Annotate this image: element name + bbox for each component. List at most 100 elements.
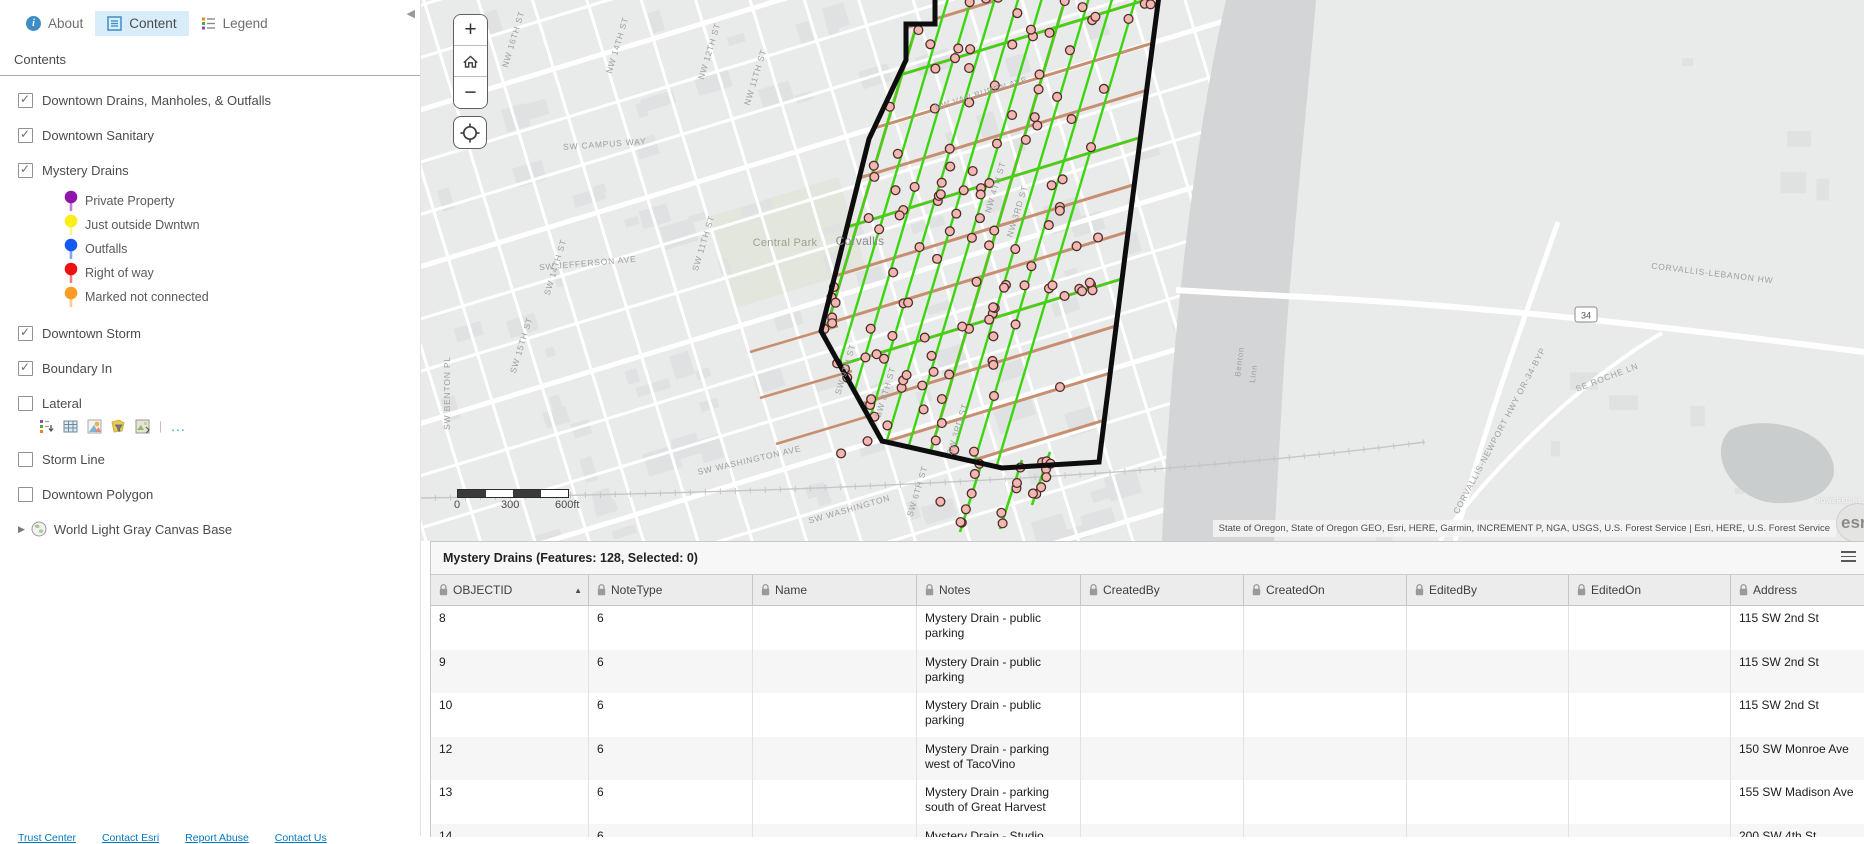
layer-row-downtown-polygon[interactable]: Downtown Polygon [18,483,420,505]
layer-label[interactable]: Downtown Drains, Manholes, & Outfalls [42,93,271,108]
layer-row-boundary-in[interactable]: Boundary In [18,357,420,379]
legend-label: Just outside Dwntwn [85,218,200,232]
cell-editedby [1407,606,1569,650]
layer-checkbox[interactable] [18,395,33,411]
layer-row-mystery-drains[interactable]: Mystery Drains [18,159,420,181]
expand-arrow-icon[interactable]: ▶ [18,524,25,535]
layer-row-downtown-sanitary[interactable]: Downtown Sanitary [18,124,420,146]
layer-label[interactable]: Downtown Polygon [42,487,153,502]
layer-checkbox[interactable] [18,360,33,376]
cell-address: 200 SW 4th St [1731,824,1864,838]
tab-content[interactable]: Content [95,10,189,36]
layer-label[interactable]: Boundary In [42,361,112,376]
sidebar-footer: Trust Center Contact Esri Report Abuse Cont… [0,832,438,844]
sidebar-panel: i About Content Legend ◀ Contents Downto… [0,0,421,844]
table-options-icon[interactable] [1841,551,1856,565]
legend-item: Private Property [57,189,420,213]
cell-objectid: 8 [431,606,589,650]
transparency-tool-icon[interactable] [87,419,102,434]
layer-label[interactable]: Storm Line [42,452,105,467]
svg-text:SW BENTON PL: SW BENTON PL [442,356,452,430]
layer-checkbox[interactable] [18,92,33,108]
cell-address: 115 SW 2nd St [1731,650,1864,694]
home-button[interactable] [454,46,487,77]
layer-row-downtown-drains-manholes-outfalls[interactable]: Downtown Drains, Manholes, & Outfalls [18,89,420,111]
layer-row-lateral[interactable]: Lateral [18,392,420,414]
mystery-drains-legend: Private Property Just outside Dwntwn Outfa… [57,189,420,309]
legend-label: Marked not connected [85,290,209,304]
footer-link-contact-esri[interactable]: Contact Esri [102,832,159,844]
cell-editedby [1407,823,1569,837]
map-view[interactable]: 34 NW 16TH ST NW 14TH ST NW 12TH ST NW 11TH … [420,0,1864,541]
column-header-address[interactable]: Address [1731,575,1864,605]
layer-label[interactable]: Downtown Storm [42,326,141,341]
layer-label[interactable]: Mystery Drains [42,163,129,178]
cell-editedon [1569,823,1731,837]
scale-bar-segments [457,489,569,498]
layer-label[interactable]: Lateral [42,396,82,411]
cell-notes: Mystery Drain - Studio [917,823,1081,837]
legend-tool-icon[interactable] [39,419,54,434]
layer-more-options[interactable]: ... [171,419,186,433]
app-root: i About Content Legend ◀ Contents Downto… [0,0,1864,844]
tab-about[interactable]: i About [14,11,95,36]
lock-icon [1252,584,1266,596]
column-header-editedby[interactable]: EditedBy [1407,575,1569,605]
tab-legend[interactable]: Legend [189,11,280,36]
lock-icon [1415,584,1429,596]
cell-notetype: 6 [589,736,753,780]
layer-checkbox[interactable] [18,451,33,467]
table-row[interactable]: 10 6 Mystery Drain - public parking 115 SW … [431,693,1864,737]
cell-notes: Mystery Drain - public parking [917,606,1081,650]
cell-notes: Mystery Drain - parking west of TacoVino [917,736,1081,780]
lock-icon [925,584,939,596]
cell-createdon [1244,693,1407,737]
column-header-createdby[interactable]: CreatedBy [1081,575,1244,605]
cell-name [753,780,917,824]
collapse-panel-icon[interactable]: ◀ [407,7,415,20]
layer-label[interactable]: Downtown Sanitary [42,128,154,143]
column-header-notetype[interactable]: NoteType [589,575,753,605]
cell-notes: Mystery Drain - public parking [917,693,1081,737]
table-row[interactable]: 8 6 Mystery Drain - public parking 115 SW 2… [431,606,1864,650]
cell-editedby [1407,693,1569,737]
zoom-in-button[interactable]: + [454,15,487,46]
column-header-name[interactable]: Name [753,575,917,605]
zoom-out-button[interactable]: − [454,77,487,108]
layer-checkbox[interactable] [18,127,33,143]
layer-checkbox[interactable] [18,325,33,341]
move-layer-tool-icon[interactable] [135,419,150,434]
column-header-notes[interactable]: Notes [917,575,1081,605]
table-row[interactable]: 12 6 Mystery Drain - parking west of TacoV… [431,736,1864,780]
lock-icon [597,584,611,596]
column-header-createdon[interactable]: CreatedOn [1244,575,1407,605]
table-row[interactable]: 14 6 Mystery Drain - Studio 200 SW 4th St [431,823,1864,838]
filter-tool-icon[interactable] [111,419,126,434]
locate-button[interactable] [453,116,487,149]
column-label: NoteType [611,583,663,597]
table-row[interactable]: 13 6 Mystery Drain - parking south of Grea… [431,780,1864,824]
footer-link-contact-us[interactable]: Contact Us [275,832,327,844]
content-icon [107,15,123,31]
map-canvas: 34NW 16TH ST NW 14TH ST NW 12TH ST NW 11TH … [420,0,1864,541]
layer-row-world-light-gray-canvas-base[interactable]: ▶ World Light Gray Canvas Base [18,518,420,540]
tools-divider: | [159,419,163,433]
layer-checkbox[interactable] [18,162,33,178]
divider [0,75,420,76]
column-header-editedon[interactable]: EditedOn [1569,575,1731,605]
layer-checkbox[interactable] [18,486,33,502]
table-title-bar: Mystery Drains (Features: 128, Selected:… [431,542,1864,575]
attribute-table-tool-icon[interactable] [63,419,78,434]
table-row[interactable]: 9 6 Mystery Drain - public parking 115 SW 2… [431,649,1864,694]
layer-row-storm-line[interactable]: Storm Line [18,448,420,470]
footer-link-report-abuse[interactable]: Report Abuse [185,832,249,844]
layer-row-downtown-storm[interactable]: Downtown Storm [18,322,420,344]
legend-item: Right of way [57,261,420,285]
layer-label[interactable]: World Light Gray Canvas Base [54,522,232,537]
footer-link-trust-center[interactable]: Trust Center [18,832,76,844]
cell-notetype: 6 [589,606,753,650]
route-shield-34: 34 [1574,306,1598,323]
table-header: OBJECTID ▲ NoteType Name Notes CreatedBy Creat… [431,575,1864,606]
column-header-objectid[interactable]: OBJECTID ▲ [431,575,589,605]
scale-label-0: 0 [454,499,461,511]
